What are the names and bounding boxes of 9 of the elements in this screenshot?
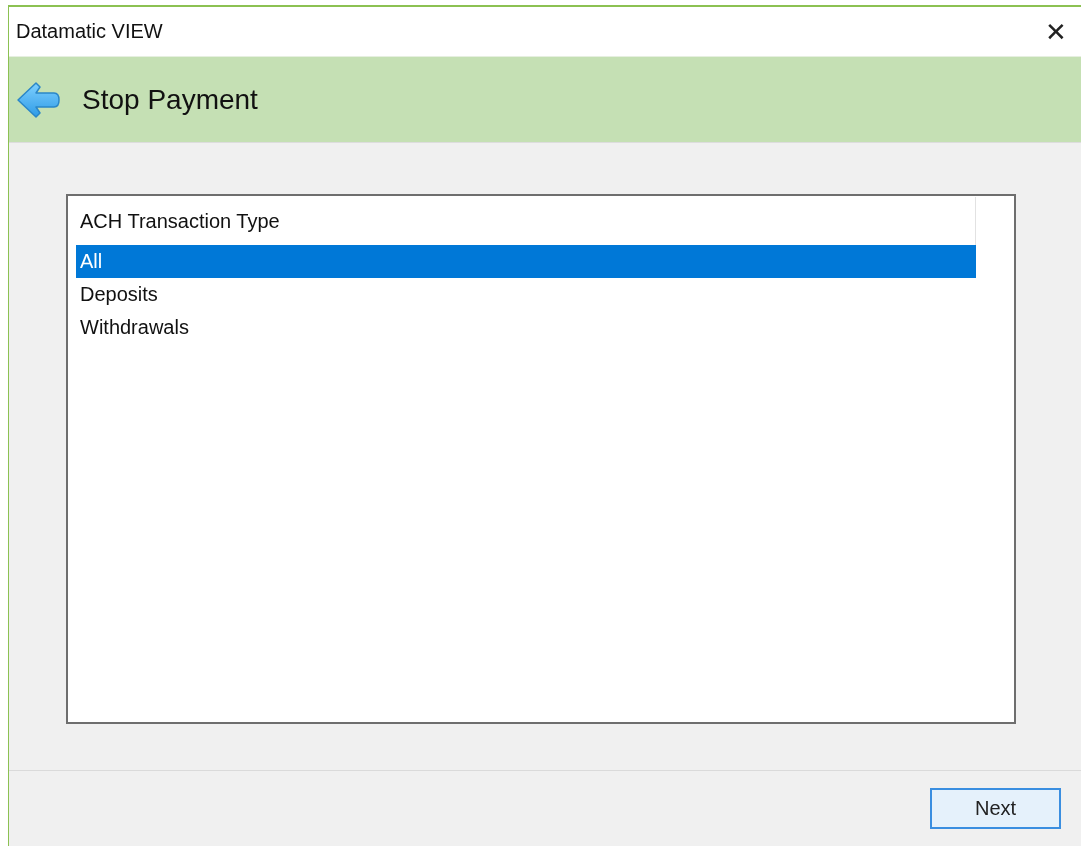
page-title: Stop Payment xyxy=(82,83,258,116)
list-item[interactable]: Withdrawals xyxy=(76,311,976,344)
close-button[interactable]: ✕ xyxy=(1031,9,1081,54)
list-item[interactable]: Deposits xyxy=(76,278,976,311)
list-item[interactable]: All xyxy=(76,245,976,278)
window-title: Datamatic VIEW xyxy=(16,20,163,43)
next-button[interactable]: Next xyxy=(930,788,1061,829)
back-arrow-icon[interactable] xyxy=(16,80,60,119)
column-header[interactable]: ACH Transaction Type xyxy=(80,209,280,233)
